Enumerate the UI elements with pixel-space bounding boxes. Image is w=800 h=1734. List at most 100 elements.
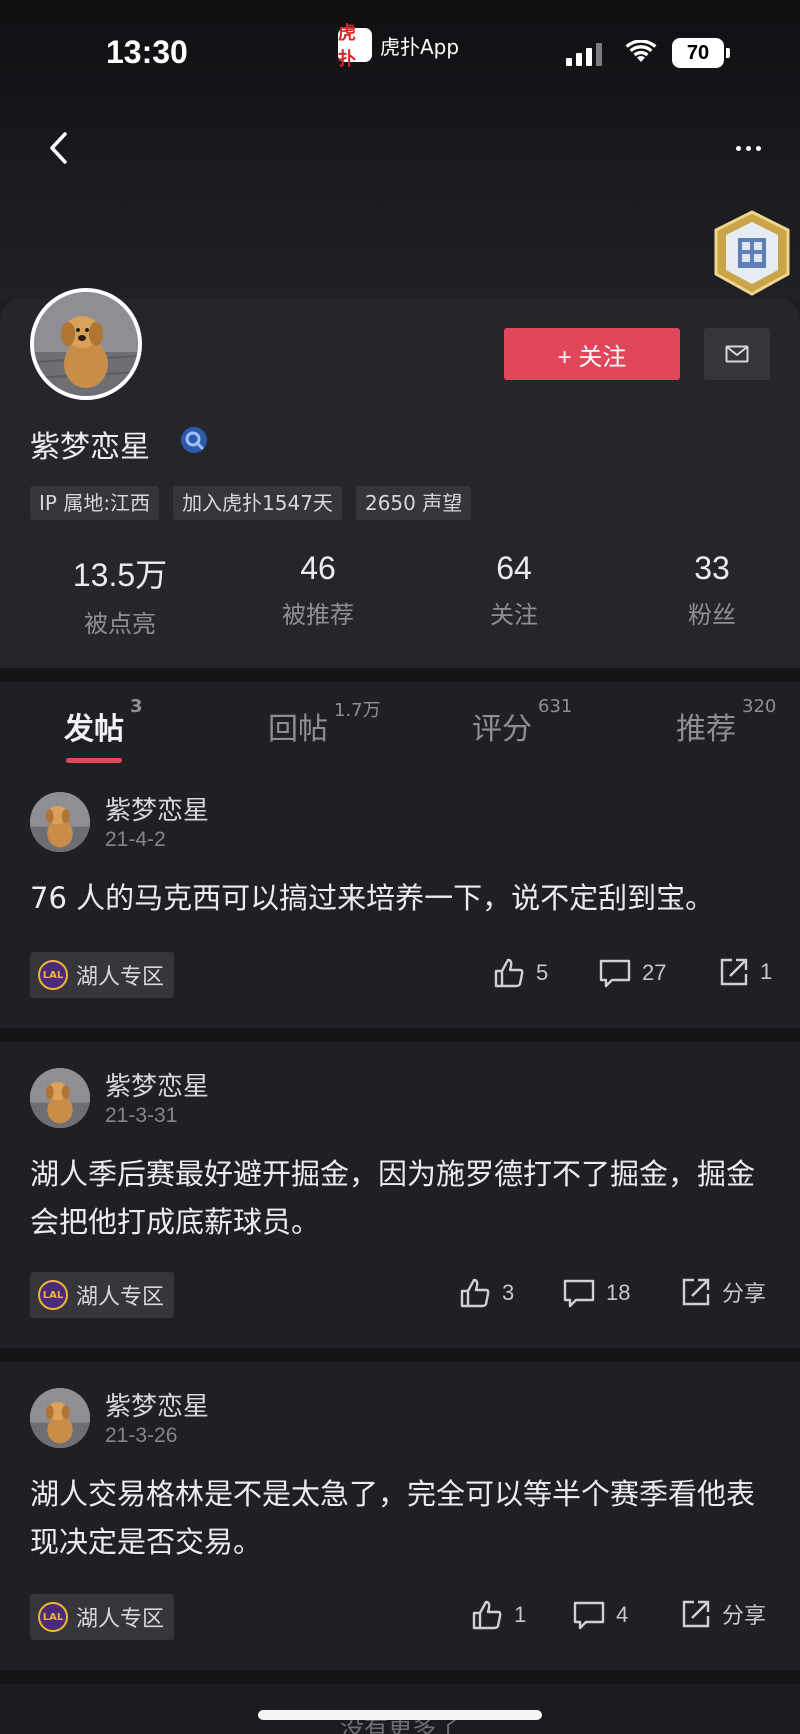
thumbs-up-icon <box>460 1278 490 1308</box>
post-author[interactable]: 紫梦恋星 <box>105 1066 209 1103</box>
comment-count: 4 <box>616 1602 629 1627</box>
profile-tabs: 发帖 3 回帖 1.7万 评分 631 推荐 320 <box>0 682 800 766</box>
dog-photo-icon <box>30 1388 90 1448</box>
chevron-left-icon <box>50 132 67 164</box>
dog-photo-icon <box>30 1068 90 1128</box>
like-button[interactable]: 3 <box>458 1276 514 1310</box>
stat-label: 被推荐 <box>282 601 354 629</box>
share-button[interactable]: 分享 <box>680 1598 766 1630</box>
post-card[interactable]: 紫梦恋星 21-4-2 76 人的马克西可以搞过来培养一下，说不定刮到宝。 LA… <box>0 766 800 1028</box>
stat-following[interactable]: 64 关注 <box>414 550 614 630</box>
tab-ratings[interactable]: 评分 631 <box>472 696 572 748</box>
tab-label: 回帖 <box>268 712 328 747</box>
post-separator <box>0 1670 800 1684</box>
like-button[interactable]: 1 <box>470 1598 526 1632</box>
post-text[interactable]: 湖人交易格林是不是太急了，完全可以等半个赛季看他表现决定是否交易。 <box>30 1470 770 1566</box>
share-icon <box>682 1600 710 1628</box>
stat-followers[interactable]: 33 粉丝 <box>612 550 800 630</box>
join-days-tag: 加入虎扑1547天 <box>173 486 342 520</box>
share-button[interactable]: 1 <box>718 956 772 988</box>
stat-lit[interactable]: 13.5万 被点亮 <box>20 550 220 639</box>
post-date: 21-4-2 <box>105 828 166 851</box>
comment-icon <box>599 959 631 988</box>
like-button[interactable]: 5 <box>492 956 548 990</box>
tab-label: 评分 <box>472 712 532 747</box>
home-indicator[interactable] <box>258 1710 542 1720</box>
comment-button[interactable]: 27 <box>598 956 666 990</box>
profile-card: + 关注 紫梦恋星 IP 属地:江西 加入虎扑1547天 2650 声望 13.… <box>0 288 800 668</box>
lakers-logo-icon: LAL <box>38 1280 68 1310</box>
verified-badge-icon[interactable] <box>180 426 208 454</box>
zone-tag[interactable]: LAL 湖人专区 <box>30 1272 175 1318</box>
battery-indicator: 70 <box>672 38 724 68</box>
post-text[interactable]: 湖人季后赛最好避开掘金，因为施罗德打不了掘金，掘金会把他打成底薪球员。 <box>30 1150 770 1246</box>
more-button[interactable] <box>728 128 768 168</box>
zone-name: 湖人专区 <box>76 965 165 990</box>
cellular-signal-icon <box>566 42 602 66</box>
status-bar: 13:30 虎扑 虎扑App 70 <box>0 0 800 100</box>
post-avatar[interactable] <box>30 792 90 852</box>
comment-icon <box>563 1279 595 1308</box>
stat-label: 被点亮 <box>84 610 156 638</box>
stat-label: 粉丝 <box>688 601 736 629</box>
app-name: 虎扑App <box>380 34 460 59</box>
stat-recommended[interactable]: 46 被推荐 <box>218 550 418 630</box>
like-count: 5 <box>536 960 549 985</box>
post-separator <box>0 1348 800 1362</box>
zone-name: 湖人专区 <box>76 1285 165 1310</box>
tab-count: 1.7万 <box>334 700 381 721</box>
lakers-logo-icon: LAL <box>38 960 68 990</box>
follow-button[interactable]: + 关注 <box>504 328 680 380</box>
reputation-tag: 2650 声望 <box>355 486 472 520</box>
comment-button[interactable]: 4 <box>572 1598 628 1632</box>
message-button[interactable] <box>704 328 770 380</box>
comment-count: 18 <box>606 1280 631 1305</box>
post-author[interactable]: 紫梦恋星 <box>105 790 209 827</box>
post-card[interactable]: 紫梦恋星 21-3-31 湖人季后赛最好避开掘金，因为施罗德打不了掘金，掘金会把… <box>0 1042 800 1348</box>
share-label: 分享 <box>722 1281 767 1306</box>
battery-cap <box>726 48 730 58</box>
post-card[interactable]: 紫梦恋星 21-3-26 湖人交易格林是不是太急了，完全可以等半个赛季看他表现决… <box>0 1362 800 1670</box>
back-button[interactable] <box>38 128 78 168</box>
tab-count: 631 <box>538 696 573 717</box>
hupu-logo-icon: 虎扑 <box>338 23 372 70</box>
more-dots-icon <box>735 145 741 151</box>
tab-posts[interactable]: 发帖 3 <box>64 696 143 748</box>
share-label: 分享 <box>722 1603 767 1628</box>
stat-label: 关注 <box>490 601 538 629</box>
tab-count: 3 <box>130 696 143 717</box>
stat-value: 46 <box>300 550 336 586</box>
stat-value: 64 <box>496 550 532 586</box>
ip-location-tag: IP 属地:江西 <box>30 486 160 520</box>
dog-photo-icon <box>30 792 90 852</box>
comment-button[interactable]: 18 <box>562 1276 630 1310</box>
share-icon <box>682 1278 710 1306</box>
username: 紫梦恋星 <box>30 430 150 465</box>
post-author[interactable]: 紫梦恋星 <box>105 1386 209 1423</box>
comment-count: 27 <box>642 960 667 985</box>
avatar[interactable] <box>30 288 142 400</box>
more-dot <box>755 145 761 151</box>
post-text[interactable]: 76 人的马克西可以搞过来培养一下，说不定刮到宝。 <box>30 874 770 922</box>
stat-value: 33 <box>694 550 730 586</box>
zone-name: 湖人专区 <box>76 1607 165 1632</box>
envelope-icon <box>725 345 749 363</box>
share-button[interactable]: 分享 <box>680 1276 766 1308</box>
share-count: 1 <box>760 959 773 984</box>
tab-recommend[interactable]: 推荐 320 <box>676 696 776 748</box>
zone-tag[interactable]: LAL 湖人专区 <box>30 1594 175 1640</box>
active-tab-indicator <box>66 758 122 763</box>
more-dot <box>745 145 751 151</box>
zone-tag[interactable]: LAL 湖人专区 <box>30 952 175 998</box>
stat-value: 13.5万 <box>72 557 168 593</box>
achievement-medal-icon[interactable] <box>708 208 796 298</box>
post-avatar[interactable] <box>30 1388 90 1448</box>
status-time: 13:30 <box>106 34 188 70</box>
dog-photo-icon <box>34 292 138 396</box>
tab-replies[interactable]: 回帖 1.7万 <box>268 700 381 748</box>
comment-icon <box>573 1601 605 1630</box>
lakers-logo-icon: LAL <box>38 1602 68 1632</box>
tab-label: 发帖 <box>64 712 124 747</box>
app-badge: 虎扑 虎扑App <box>338 23 460 70</box>
post-avatar[interactable] <box>30 1068 90 1128</box>
